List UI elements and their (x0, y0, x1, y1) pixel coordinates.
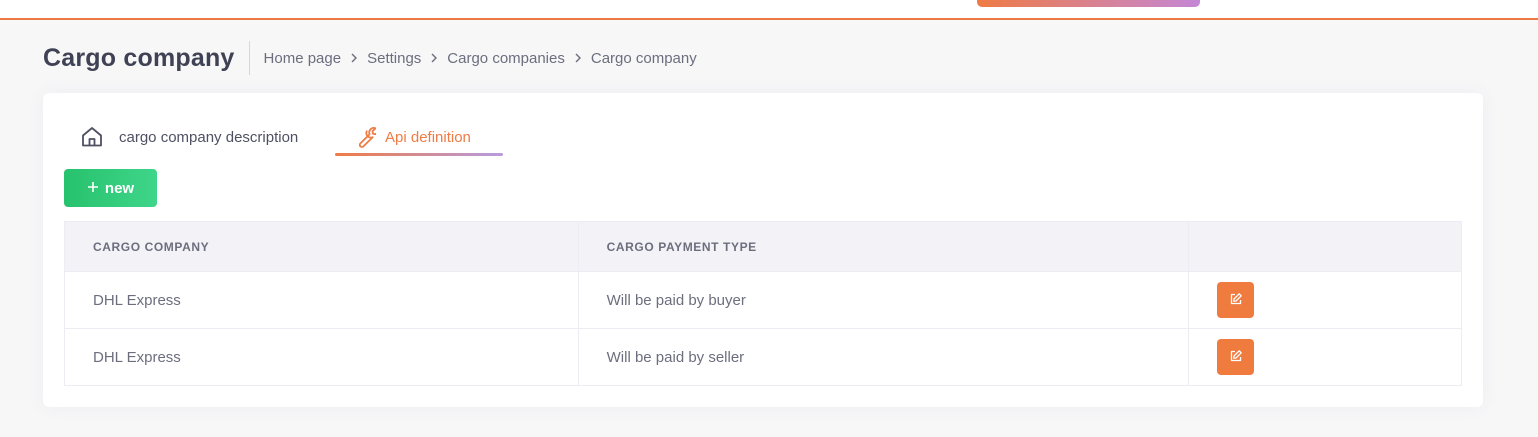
column-header-actions (1188, 221, 1462, 272)
cell-actions (1188, 328, 1462, 386)
column-header-cargo-company: CARGO COMPANY (64, 221, 579, 272)
subheader: Cargo company Home page Settings Cargo c… (43, 40, 697, 76)
breadcrumb-current: Cargo company (590, 49, 697, 67)
chevron-right-icon (350, 50, 358, 66)
tab-api-definition[interactable]: Api definition (335, 119, 503, 156)
breadcrumb-cargo-companies[interactable]: Cargo companies (447, 50, 565, 67)
page-title: Cargo company (43, 41, 250, 75)
edit-icon (1229, 349, 1243, 366)
cargo-api-table: CARGO COMPANY CARGO PAYMENT TYPE DHL Exp… (64, 221, 1462, 386)
content-card: cargo company description Api definition… (43, 93, 1483, 407)
edit-button[interactable] (1217, 339, 1255, 375)
edit-button[interactable] (1217, 282, 1255, 318)
cell-cargo-company: DHL Express (64, 271, 579, 329)
column-header-payment-type: CARGO PAYMENT TYPE (577, 221, 1190, 272)
table-header-row: CARGO COMPANY CARGO PAYMENT TYPE (64, 221, 1462, 272)
top-header-bar (0, 0, 1538, 20)
cell-cargo-company: DHL Express (64, 328, 579, 386)
edit-icon (1229, 292, 1243, 309)
breadcrumb-home[interactable]: Home page (264, 50, 342, 67)
header-active-indicator (977, 0, 1200, 7)
breadcrumb: Home page Settings Cargo companies Cargo… (264, 50, 697, 67)
chevron-right-icon (430, 50, 438, 66)
new-button[interactable]: new (64, 169, 157, 207)
chevron-right-icon (574, 50, 582, 66)
home-icon (79, 124, 105, 150)
cell-actions (1188, 271, 1462, 329)
tab-label: Api definition (385, 128, 471, 146)
table-row: DHL Express Will be paid by buyer (64, 271, 1462, 329)
tab-cargo-company-description[interactable]: cargo company description (79, 119, 335, 155)
breadcrumb-settings[interactable]: Settings (367, 50, 421, 67)
new-button-label: new (104, 179, 135, 197)
tab-label: cargo company description (119, 128, 299, 146)
cell-payment-type: Will be paid by seller (577, 328, 1190, 386)
tab-bar: cargo company description Api definition (79, 119, 503, 156)
cell-payment-type: Will be paid by buyer (577, 271, 1190, 329)
table-row: DHL Express Will be paid by seller (64, 328, 1462, 386)
wrench-icon (351, 124, 377, 150)
plus-icon (87, 180, 99, 197)
